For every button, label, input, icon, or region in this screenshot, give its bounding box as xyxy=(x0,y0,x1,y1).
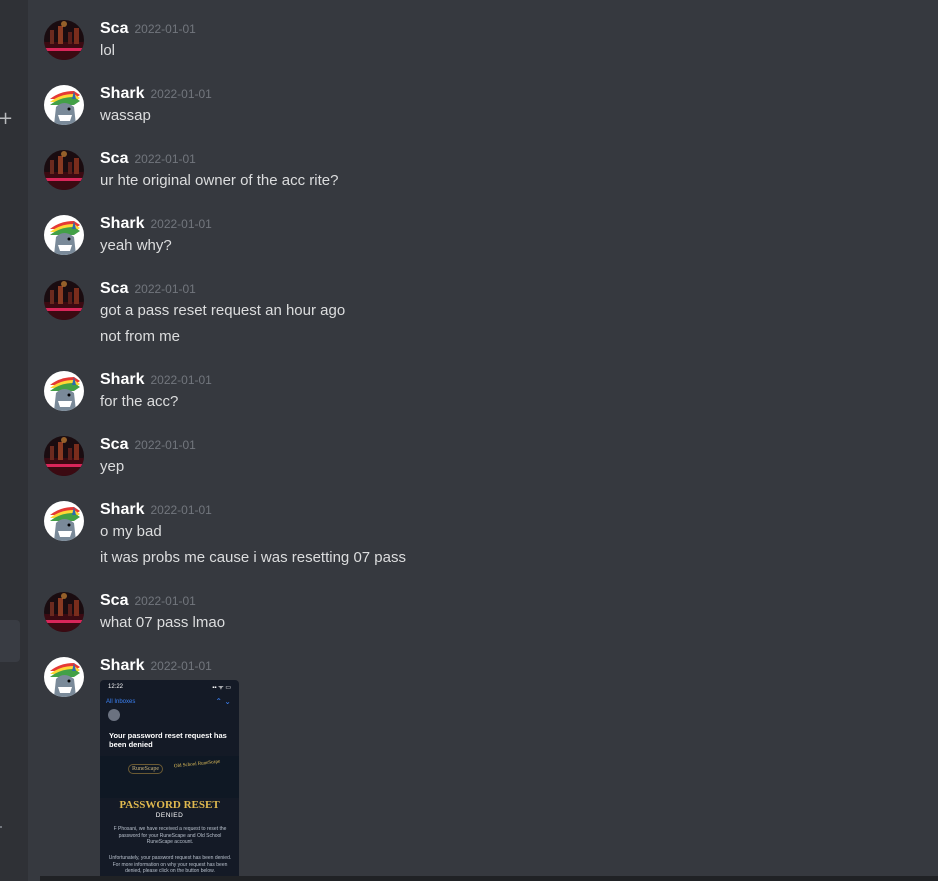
message-text: for the acc? xyxy=(100,393,179,410)
mail-heading: PASSWORD RESET xyxy=(119,799,220,811)
message-text: yep xyxy=(100,458,125,475)
timestamp: 2022-01-01 xyxy=(134,22,196,36)
inbox-back-link: All Inboxes xyxy=(106,699,136,705)
timestamp: 2022-01-01 xyxy=(134,438,196,452)
runescape-logo: RuneScape xyxy=(128,764,163,774)
message-text: what 07 pass lmao xyxy=(100,614,226,631)
message-header: Sca 2022-01-01 xyxy=(100,20,196,38)
shark-avatar[interactable] xyxy=(44,501,84,541)
night-city-avatar[interactable] xyxy=(44,20,84,60)
mail-subheading: DENIED xyxy=(155,812,184,819)
timestamp: 2022-01-01 xyxy=(150,217,212,231)
mail-subject: Your password reset request has been den… xyxy=(109,731,227,749)
message-header: Shark 2022-01-01 xyxy=(100,371,212,389)
timestamp: 2022-01-01 xyxy=(150,659,212,673)
message-header: Shark 2022-01-01 xyxy=(100,501,212,519)
message-text: yeah why? xyxy=(100,237,172,254)
message-text: it was probs me cause i was resetting 07… xyxy=(100,549,406,566)
shark-avatar[interactable] xyxy=(44,85,84,125)
message-header: Shark 2022-01-01 xyxy=(100,657,212,675)
night-city-avatar[interactable] xyxy=(44,592,84,632)
image-attachment[interactable]: 12:22 ▪▪ ᯤ ▭ All Inboxes ⌃ ⌄ Your passwo… xyxy=(100,680,239,880)
timestamp: 2022-01-01 xyxy=(134,152,196,166)
username[interactable]: Shark xyxy=(100,85,144,102)
username[interactable]: Sca xyxy=(100,436,128,453)
server-sidebar: + xyxy=(0,0,28,881)
message-text: lol xyxy=(100,42,116,59)
shark-avatar[interactable] xyxy=(44,215,84,255)
message-text: got a pass reset request an hour ago xyxy=(100,302,346,319)
message-text: o my bad xyxy=(100,523,162,540)
timestamp: 2022-01-01 xyxy=(150,87,212,101)
message-text: wassap xyxy=(100,107,151,124)
night-city-avatar[interactable] xyxy=(44,436,84,476)
timestamp: 2022-01-01 xyxy=(150,503,212,517)
mail-body: F Phosani, we have received a request to… xyxy=(113,826,227,845)
username[interactable]: Sca xyxy=(100,20,128,37)
plus-icon[interactable]: + xyxy=(0,110,13,128)
sidebar-dot xyxy=(0,826,2,828)
mail-body-2: Unfortunately, your password request has… xyxy=(108,855,232,874)
phone-status-time: 12:22 xyxy=(108,684,124,690)
message-header: Sca 2022-01-01 xyxy=(100,280,196,298)
mail-nav-arrows-icon: ⌃ ⌄ xyxy=(215,697,231,706)
message-header: Sca 2022-01-01 xyxy=(100,150,196,168)
message-text: not from me xyxy=(100,328,181,345)
timestamp: 2022-01-01 xyxy=(150,373,212,387)
horizontal-scrollbar[interactable] xyxy=(40,876,938,881)
username[interactable]: Sca xyxy=(100,280,128,297)
message-text: ur hte original owner of the acc rite? xyxy=(100,172,339,189)
username[interactable]: Sca xyxy=(100,150,128,167)
message-header: Shark 2022-01-01 xyxy=(100,215,212,233)
username[interactable]: Shark xyxy=(100,215,144,232)
night-city-avatar[interactable] xyxy=(44,280,84,320)
username[interactable]: Shark xyxy=(100,657,144,674)
message-header: Shark 2022-01-01 xyxy=(100,85,212,103)
timestamp: 2022-01-01 xyxy=(134,282,196,296)
chat-messages: Sca 2022-01-01 lol Shark 2022-01-01 wassap… xyxy=(28,0,938,881)
username[interactable]: Sca xyxy=(100,592,128,609)
username[interactable]: Shark xyxy=(100,501,144,518)
message-header: Sca 2022-01-01 xyxy=(100,436,196,454)
timestamp: 2022-01-01 xyxy=(134,594,196,608)
night-city-avatar[interactable] xyxy=(44,150,84,190)
sidebar-selected-item[interactable] xyxy=(0,620,20,662)
message-header: Sca 2022-01-01 xyxy=(100,592,196,610)
sender-avatar-icon xyxy=(108,709,120,721)
phone-status-icons: ▪▪ ᯤ ▭ xyxy=(212,685,231,691)
username[interactable]: Shark xyxy=(100,371,144,388)
shark-avatar[interactable] xyxy=(44,371,84,411)
shark-avatar[interactable] xyxy=(44,657,84,697)
